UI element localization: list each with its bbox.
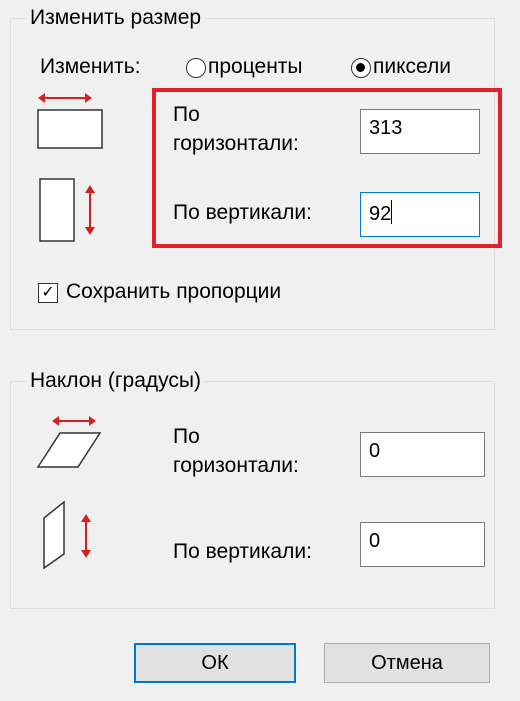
resize-vertical-icon bbox=[39, 178, 95, 242]
skew-vertical-label: По вертикали: bbox=[173, 540, 312, 563]
skew-vertical-input[interactable]: 0 bbox=[360, 522, 485, 567]
keep-ratio-checkbox[interactable]: ✓ bbox=[38, 283, 58, 303]
resize-horizontal-label-line1: По bbox=[173, 103, 200, 126]
percent-radio[interactable] bbox=[186, 58, 206, 78]
pixels-radio[interactable] bbox=[351, 58, 371, 78]
keep-ratio-label[interactable]: Сохранить пропорции bbox=[66, 280, 281, 304]
skew-horizontal-label-line1: По bbox=[173, 425, 200, 448]
resize-horizontal-label-line2: горизонтали: bbox=[173, 132, 299, 155]
text-caret bbox=[391, 200, 393, 224]
resize-horizontal-input[interactable]: 313 bbox=[360, 109, 480, 154]
resize-vertical-value: 92 bbox=[369, 203, 392, 225]
resize-horizontal-icon bbox=[37, 93, 103, 149]
resize-group-title: Изменить размер bbox=[26, 6, 206, 30]
resize-vertical-input[interactable]: 92 bbox=[360, 192, 480, 237]
pixels-radio-label[interactable]: пиксели bbox=[373, 55, 451, 79]
skew-horizontal-input[interactable]: 0 bbox=[360, 432, 485, 477]
cancel-button[interactable]: Отмена bbox=[324, 643, 490, 683]
skew-horizontal-label-line2: горизонтали: bbox=[173, 454, 299, 477]
skew-horizontal-icon bbox=[36, 416, 102, 468]
resize-by-label: Изменить: bbox=[40, 55, 141, 78]
ok-button[interactable]: ОК bbox=[134, 643, 296, 683]
resize-vertical-label: По вертикали: bbox=[173, 201, 312, 224]
skew-vertical-icon bbox=[43, 500, 91, 570]
percent-radio-label[interactable]: проценты bbox=[208, 55, 303, 79]
skew-group-title: Наклон (градусы) bbox=[26, 369, 205, 393]
